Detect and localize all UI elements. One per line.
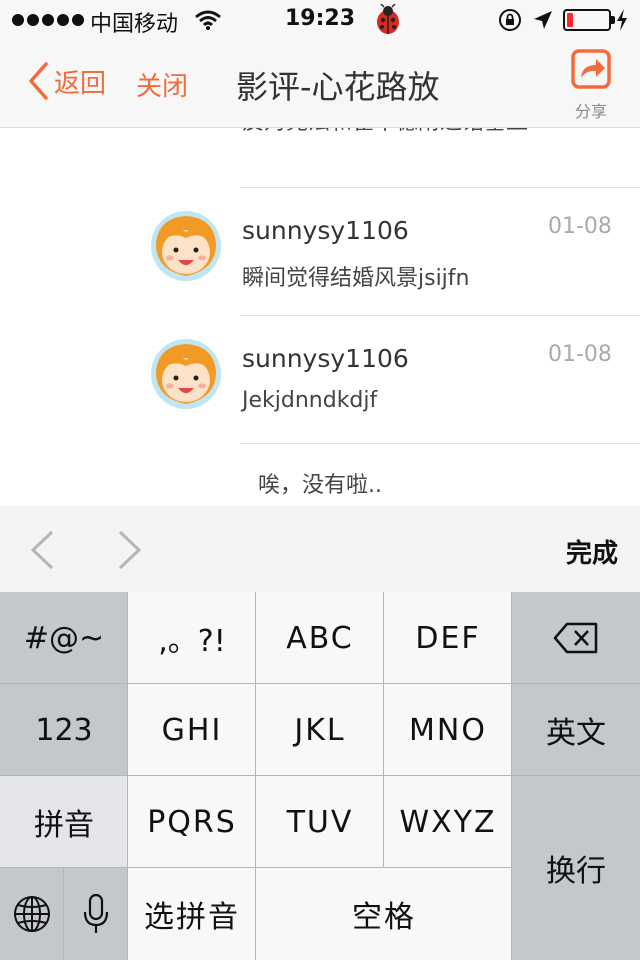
back-button[interactable]: 返回 xyxy=(28,62,106,100)
comment-text: 反对宪法和霍华德附近诺基亚 xyxy=(242,128,528,136)
key-enter[interactable]: 换行 xyxy=(512,776,640,960)
share-icon xyxy=(571,49,611,89)
comment-item: sunnysy1106 01-08 Jekjdnndkdjf xyxy=(0,316,640,444)
key-wxyz[interactable]: WXYZ xyxy=(384,776,512,868)
chevron-left-icon xyxy=(29,62,48,100)
page-title: 影评-心花路放 xyxy=(236,68,440,106)
key-jkl[interactable]: JKL xyxy=(256,684,384,776)
keyboard-accessory-bar: 完成 xyxy=(0,506,640,592)
key-mno[interactable]: MNO xyxy=(384,684,512,776)
battery-icon xyxy=(563,9,615,31)
comment-item: sunnysy1106 01-08 瞬间觉得结婚风景jsijfn xyxy=(0,188,640,316)
avatar xyxy=(151,211,221,281)
wifi-icon xyxy=(195,10,221,30)
comment-author: sunnysy1106 xyxy=(242,344,409,373)
keyboard-divider xyxy=(0,683,640,684)
back-label: 返回 xyxy=(54,68,107,99)
previous-field-button[interactable] xyxy=(28,530,56,570)
key-space[interactable]: 空格 xyxy=(256,868,512,960)
carrier-name: 中国移动 xyxy=(90,12,179,37)
status-bar: 中国移动 19:23 xyxy=(0,0,640,40)
key-abc[interactable]: ABC xyxy=(256,592,384,684)
comment-date: 01-08 xyxy=(548,214,612,239)
key-select-pinyin[interactable]: 选拼音 xyxy=(128,868,256,960)
key-globe[interactable] xyxy=(0,868,64,960)
comment-author: sunnysy1106 xyxy=(242,216,409,245)
key-english[interactable]: 英文 xyxy=(512,684,640,776)
divider xyxy=(240,443,640,444)
key-microphone[interactable] xyxy=(64,868,128,960)
backspace-icon xyxy=(553,622,598,654)
charging-bolt-icon xyxy=(617,9,627,31)
keyboard-divider xyxy=(511,592,512,960)
key-pqrs[interactable]: PQRS xyxy=(128,776,256,868)
key-numbers[interactable]: 123 xyxy=(0,684,128,776)
keyboard-divider xyxy=(63,868,64,960)
location-arrow-icon xyxy=(534,11,552,29)
keyboard-divider xyxy=(0,867,512,868)
close-button[interactable]: 关闭 xyxy=(136,66,188,103)
key-punctuation[interactable]: ,。?! xyxy=(128,592,256,684)
key-pinyin[interactable]: 拼音 xyxy=(0,776,128,868)
next-field-button[interactable] xyxy=(116,530,144,570)
key-ghi[interactable]: GHI xyxy=(128,684,256,776)
avatar xyxy=(151,339,221,409)
done-button[interactable]: 完成 xyxy=(566,533,618,570)
comment-date: 01-08 xyxy=(548,342,612,367)
key-backspace[interactable] xyxy=(512,592,640,684)
microphone-icon xyxy=(83,893,109,933)
comment-text: 瞬间觉得结婚风景jsijfn xyxy=(242,266,470,291)
keyboard-divider xyxy=(383,592,384,868)
share-button[interactable]: 分享 xyxy=(566,48,616,122)
key-tuv[interactable]: TUV xyxy=(256,776,384,868)
pinyin-nine-key-keyboard: #@~ ,。?! ABC DEF 123 GHI JKL MNO 英文 拼音 P… xyxy=(0,592,640,960)
ladybug-icon xyxy=(377,4,399,34)
status-time: 19:23 xyxy=(285,6,356,31)
key-def[interactable]: DEF xyxy=(384,592,512,684)
comment-list[interactable]: 反对宪法和霍华德附近诺基亚 sunnysy1106 01-08 瞬间觉得结婚风景… xyxy=(0,128,640,506)
rotation-lock-icon xyxy=(499,9,521,31)
keyboard-divider xyxy=(0,775,640,776)
globe-icon xyxy=(14,896,50,932)
key-symbols[interactable]: #@~ xyxy=(0,592,128,684)
end-of-list-text: 唉，没有啦.. xyxy=(258,473,382,498)
comment-item: 反对宪法和霍华德附近诺基亚 xyxy=(0,128,640,160)
navigation-bar: 返回 关闭 影评-心花路放 分享 xyxy=(0,40,640,128)
keyboard-divider xyxy=(255,592,256,960)
share-label: 分享 xyxy=(574,102,607,121)
keyboard-divider xyxy=(127,592,128,960)
signal-strength-icon xyxy=(12,14,84,26)
comment-text: Jekjdnndkdjf xyxy=(242,388,378,413)
